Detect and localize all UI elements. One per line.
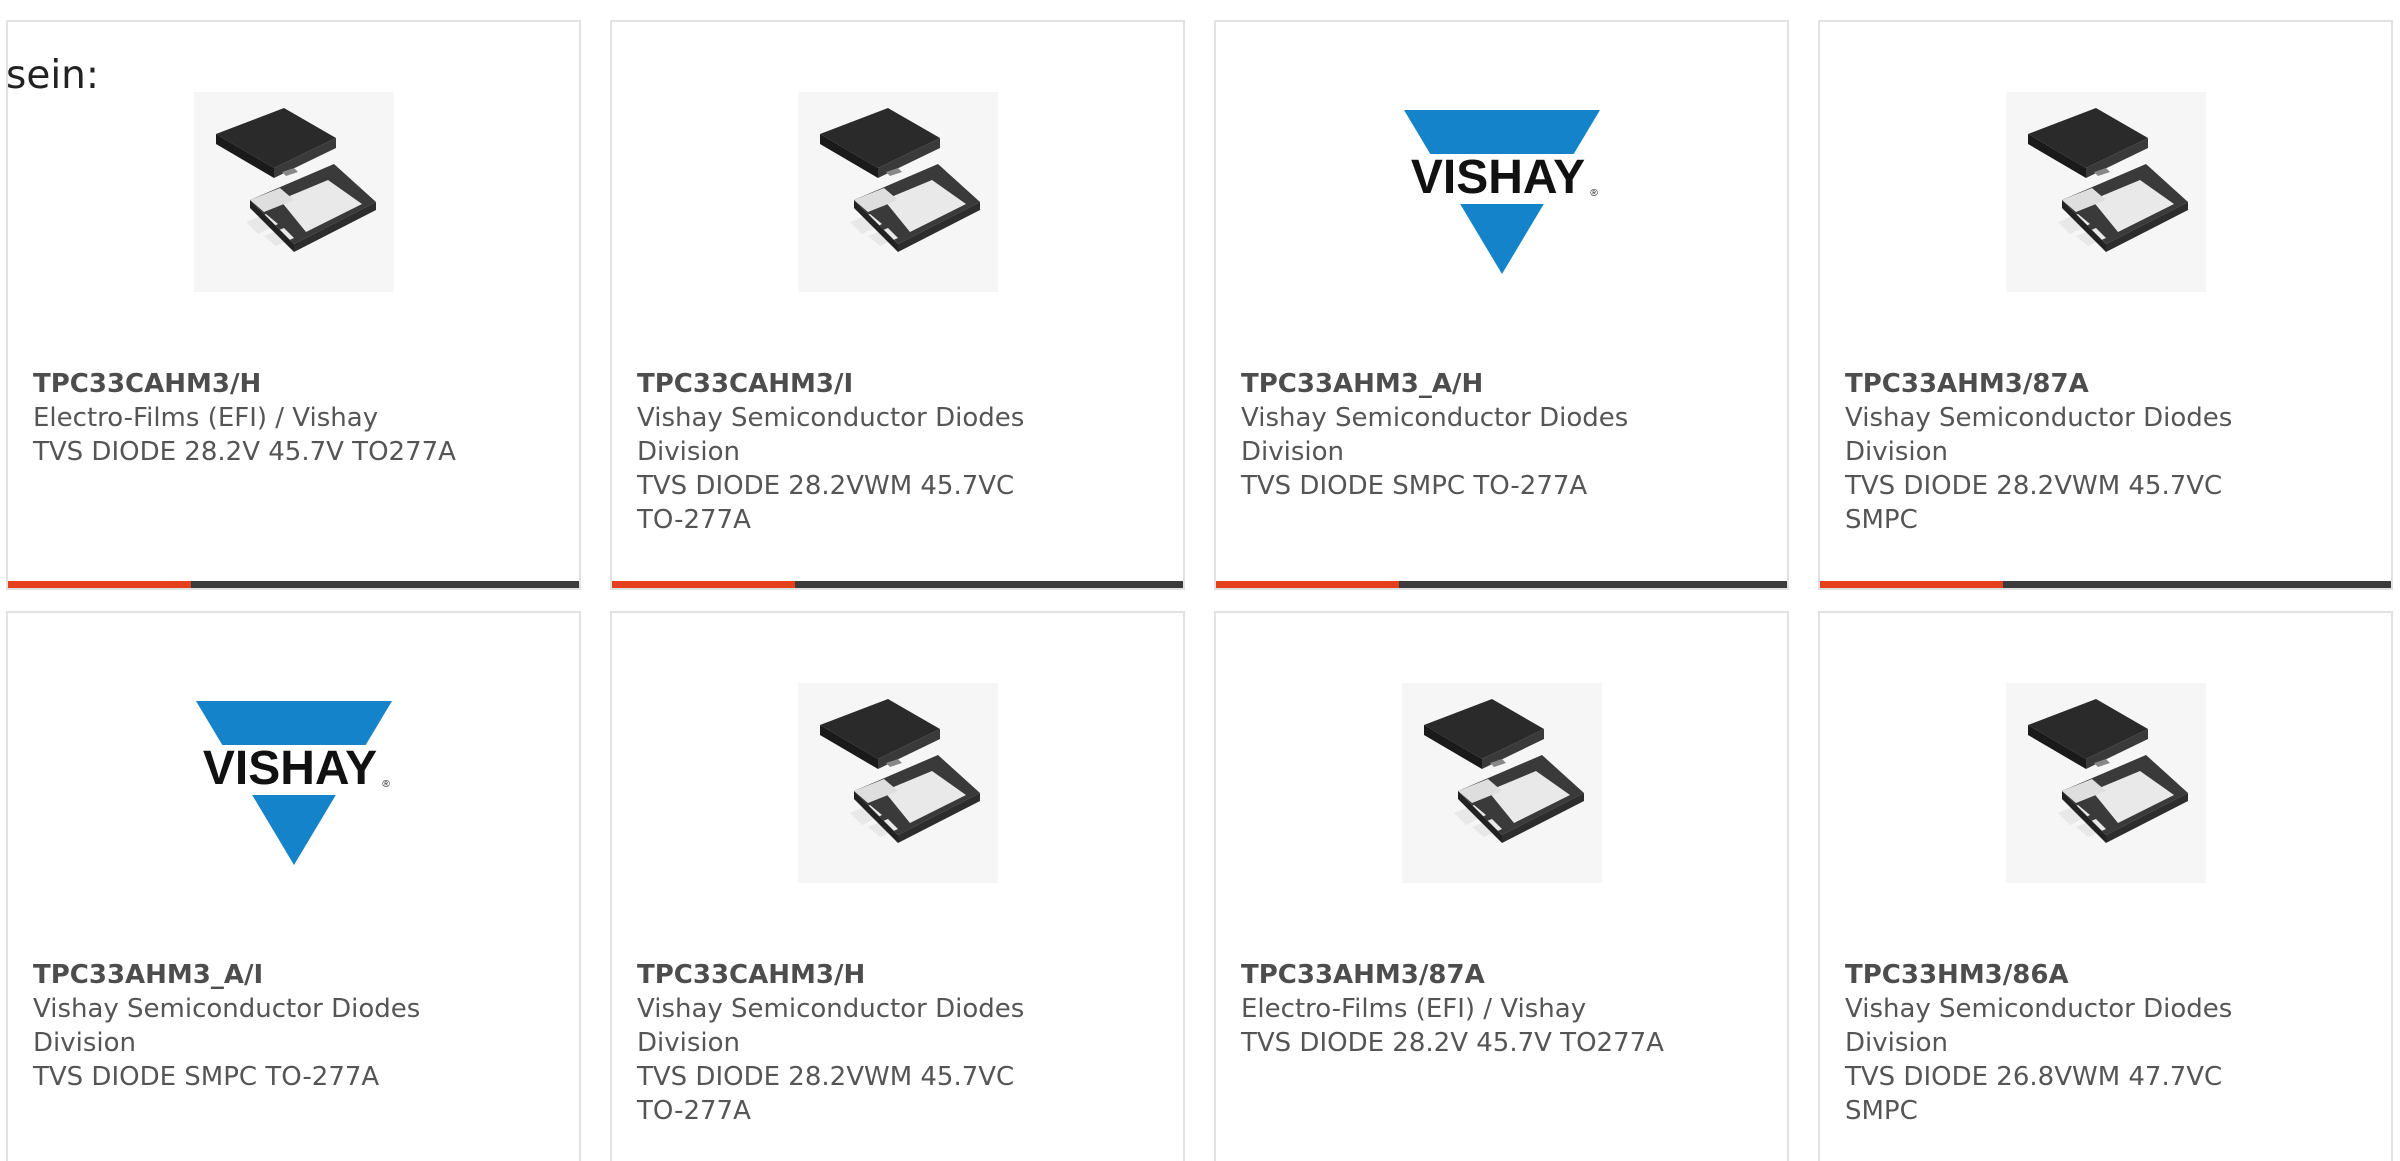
- product-image-package[interactable]: [2006, 92, 2206, 292]
- vishay-logo[interactable]: VISHAY ®: [1402, 92, 1602, 292]
- card-accent-bar: [612, 581, 795, 588]
- manufacturer-name: Vishay Semiconductor Diodes Division: [637, 994, 1025, 1058]
- intro-text: sein:: [6, 53, 100, 98]
- product-description: TVS DIODE 28.2V 45.7V TO277A: [33, 437, 456, 467]
- product-card[interactable]: TPC33CAHM3/I Vishay Semiconductor Diodes…: [610, 20, 1185, 590]
- vishay-logo[interactable]: VISHAY ®: [194, 683, 394, 883]
- svg-text:®: ®: [382, 779, 390, 790]
- product-description: TVS DIODE 28.2VWM 45.7VC SMPC: [1845, 471, 2223, 535]
- part-number-link[interactable]: TPC33AHM3_A/I: [33, 958, 463, 992]
- vishay-logo-text: VISHAY: [1411, 151, 1585, 204]
- product-description: TVS DIODE 28.2V 45.7V TO277A: [1241, 1028, 1664, 1058]
- product-image-package[interactable]: [2006, 683, 2206, 883]
- product-image-package[interactable]: [798, 92, 998, 292]
- card-accent-bar: [1820, 581, 2003, 588]
- product-description: TVS DIODE 28.2VWM 45.7VC TO-277A: [637, 471, 1015, 535]
- product-image-package[interactable]: [798, 683, 998, 883]
- part-number-link[interactable]: TPC33AHM3/87A: [1845, 367, 2275, 401]
- product-card[interactable]: TPC33CAHM3/H Electro-Films (EFI) / Visha…: [6, 20, 581, 590]
- product-description: TVS DIODE 26.8VWM 47.7VC SMPC: [1845, 1062, 2223, 1126]
- product-card[interactable]: TPC33CAHM3/H Vishay Semiconductor Diodes…: [610, 611, 1185, 1161]
- card-accent-bar: [8, 581, 191, 588]
- card-bottom-bar: [1820, 581, 2391, 588]
- part-number-link[interactable]: TPC33AHM3_A/H: [1241, 367, 1671, 401]
- manufacturer-name: Vishay Semiconductor Diodes Division: [1241, 403, 1629, 467]
- manufacturer-name: Vishay Semiconductor Diodes Division: [1845, 403, 2233, 467]
- product-description: TVS DIODE SMPC TO-277A: [1241, 471, 1588, 501]
- part-number-link[interactable]: TPC33HM3/86A: [1845, 958, 2275, 992]
- vishay-logo-text: VISHAY: [203, 742, 377, 795]
- manufacturer-name: Electro-Films (EFI) / Vishay: [33, 403, 379, 433]
- card-bottom-bar: [612, 581, 1183, 588]
- product-card[interactable]: VISHAY ® TPC33AHM3_A/H Vishay Semiconduc…: [1214, 20, 1789, 590]
- card-accent-bar: [1216, 581, 1399, 588]
- manufacturer-name: Electro-Films (EFI) / Vishay: [1241, 994, 1587, 1024]
- product-card[interactable]: TPC33AHM3/87A Electro-Films (EFI) / Vish…: [1214, 611, 1789, 1161]
- part-number-link[interactable]: TPC33CAHM3/H: [637, 958, 1067, 992]
- product-image-package[interactable]: [194, 92, 394, 292]
- product-card[interactable]: TPC33AHM3/87A Vishay Semiconductor Diode…: [1818, 20, 2393, 590]
- product-description: TVS DIODE 28.2VWM 45.7VC TO-277A: [637, 1062, 1015, 1126]
- product-description: TVS DIODE SMPC TO-277A: [33, 1062, 380, 1092]
- manufacturer-name: Vishay Semiconductor Diodes Division: [33, 994, 421, 1058]
- manufacturer-name: Vishay Semiconductor Diodes Division: [637, 403, 1025, 467]
- card-bottom-bar: [1216, 581, 1787, 588]
- product-card[interactable]: VISHAY ® TPC33AHM3_A/I Vishay Semiconduc…: [6, 611, 581, 1161]
- product-card[interactable]: TPC33HM3/86A Vishay Semiconductor Diodes…: [1818, 611, 2393, 1161]
- card-bottom-bar: [8, 581, 579, 588]
- part-number-link[interactable]: TPC33CAHM3/I: [637, 367, 1067, 401]
- manufacturer-name: Vishay Semiconductor Diodes Division: [1845, 994, 2233, 1058]
- part-number-link[interactable]: TPC33AHM3/87A: [1241, 958, 1671, 992]
- part-number-link[interactable]: TPC33CAHM3/H: [33, 367, 463, 401]
- product-grid-page: sein: TPC33CAHM3/H Electro-Films (EFI) /…: [0, 0, 2400, 1161]
- product-image-package[interactable]: [1402, 683, 1602, 883]
- svg-text:®: ®: [1590, 188, 1598, 199]
